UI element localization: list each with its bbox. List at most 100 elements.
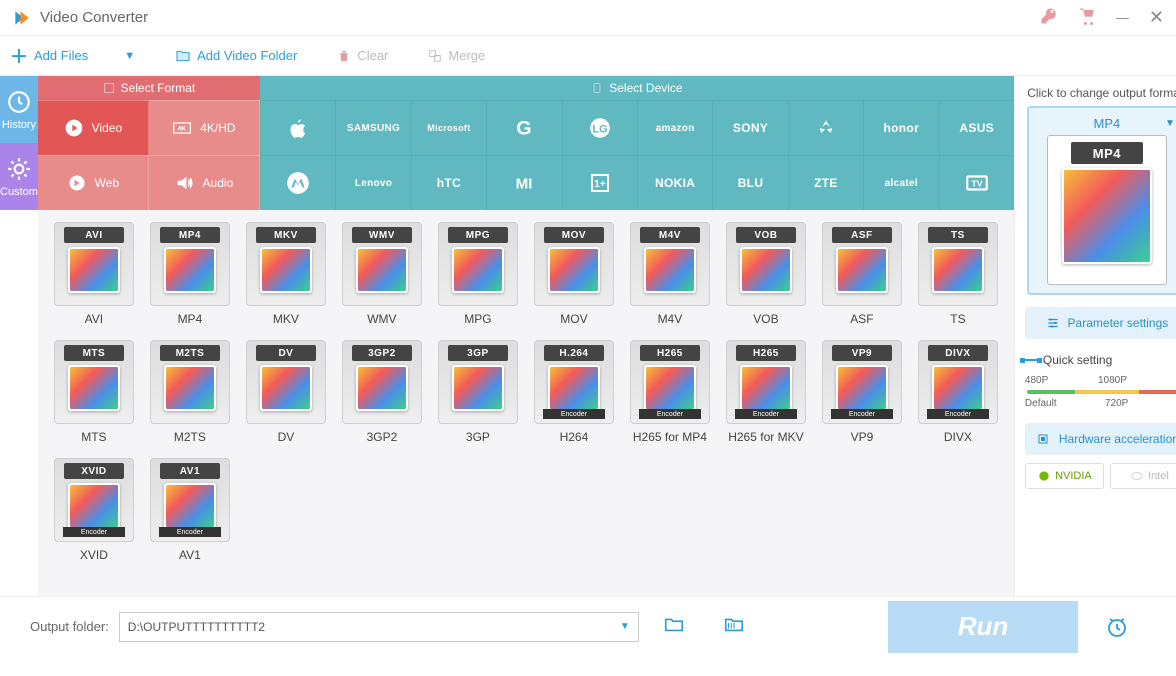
format-asf[interactable]: ASFASF [818,222,906,326]
format-badge: MOV [544,227,604,243]
device-blu[interactable]: BLU [712,155,787,210]
device-huawei[interactable] [788,100,863,155]
add-video-folder-button[interactable]: Add Video Folder [175,48,297,64]
format-h264[interactable]: H.264EncoderH264 [530,340,618,444]
format-mts[interactable]: MTSMTS [50,340,138,444]
device-oneplus[interactable]: 1+ [562,155,637,210]
device-honor[interactable]: honor [863,100,938,155]
quality-slider[interactable]: 480P 1080P 4K Default 720P 2K [1025,375,1176,409]
format-3gp[interactable]: 3GP3GP [434,340,522,444]
format-3gp2[interactable]: 3GP2 3GP2 [338,340,426,444]
format-tile: XVIDEncoder [54,458,134,542]
encoder-strip: Encoder [831,409,893,419]
hardware-acceleration-button[interactable]: Hardware acceleration [1025,423,1176,455]
device-htc[interactable]: hTC [411,155,486,210]
open-folder-button[interactable] [649,613,699,641]
device-nokia[interactable]: NOKIA [637,155,712,210]
category-web[interactable]: Web [38,155,149,210]
format-art [356,247,408,293]
format-art [548,247,600,293]
history-button[interactable]: History [0,76,38,143]
device-zte[interactable]: ZTE [788,155,863,210]
format-avi[interactable]: AVIAVI [50,222,138,326]
format-art [452,365,504,411]
format-av1[interactable]: AV1EncoderAV1 [146,458,234,562]
category-4k-hd[interactable]: 4K 4K/HD [149,100,260,155]
format-art [68,365,120,411]
format-label: 3GP2 [367,430,398,444]
format-tile: VP9 Encoder [822,340,902,424]
format-tile: 3GP [438,340,518,424]
format-xvid[interactable]: XVIDEncoderXVID [50,458,138,562]
format-mkv[interactable]: MKV MKV [242,222,330,326]
output-folder-input[interactable]: D:\OUTPUTTTTTTTTTT2 ▼ [119,612,639,642]
key-icon[interactable] [1040,7,1058,28]
format-tile: MP4 [150,222,230,306]
nvidia-chip[interactable]: NVIDIA [1025,463,1104,489]
audio-icon [175,173,195,193]
format-tile: 3GP2 [342,340,422,424]
add-files-button[interactable]: ＋ Add Files ▼ [10,43,135,69]
add-files-label: Add Files [34,48,88,63]
format-label: MKV [273,312,299,326]
format-vob[interactable]: VOBVOB [722,222,810,326]
alarm-button[interactable] [1088,601,1146,653]
svg-text:LG: LG [592,123,607,135]
category-video[interactable]: Video [38,100,149,155]
format-art [260,365,312,411]
output-format-card[interactable]: ▼ MP4 MP4 [1027,106,1176,295]
format-label: 3GP [466,430,490,444]
format-mp4[interactable]: MP4MP4 [146,222,234,326]
intel-chip[interactable]: Intel [1110,463,1176,489]
device-lg[interactable]: LG [562,100,637,155]
custom-button[interactable]: Custom [0,143,38,210]
minimize-button[interactable]: — [1116,10,1129,25]
format-mov[interactable]: MOVMOV [530,222,618,326]
clear-button: Clear [337,48,388,63]
chevron-down-icon[interactable]: ▼ [124,50,135,62]
format-vp9[interactable]: VP9 EncoderVP9 [818,340,906,444]
quick-setting-label: Quick setting [1025,353,1112,367]
parameter-settings-button[interactable]: Parameter settings [1025,307,1176,339]
device-tv[interactable]: TV [939,155,1014,210]
format-badge: AV1 [160,463,220,479]
device-asus[interactable]: ASUS [939,100,1014,155]
format-divx[interactable]: DIVXEncoderDIVX [914,340,1002,444]
device-alcatel[interactable]: alcatel [863,155,938,210]
format-mpg[interactable]: MPGMPG [434,222,522,326]
format-label: H265 for MP4 [633,430,707,444]
format-art [356,365,408,411]
run-button[interactable]: Run [888,601,1078,653]
device-amazon[interactable]: amazon [637,100,712,155]
device-g[interactable]: G [486,100,561,155]
format-tile: AV1Encoder [150,458,230,542]
device-mi[interactable]: MI [486,155,561,210]
output-badge: MP4 [1071,142,1143,164]
cart-icon[interactable] [1078,7,1096,28]
chevron-down-icon[interactable]: ▼ [620,621,630,632]
device-microsoft[interactable]: Microsoft [411,100,486,155]
format-badge: TS [928,227,988,243]
device-motorola[interactable] [260,155,335,210]
format-art [164,365,216,411]
format-m4v[interactable]: M4VM4V [626,222,714,326]
category-audio[interactable]: Audio [149,155,260,210]
format-m2ts[interactable]: M2TSM2TS [146,340,234,444]
format-wmv[interactable]: WMVWMV [338,222,426,326]
format-badge: VP9 [832,345,892,361]
format-h265-for-mp4[interactable]: H265EncoderH265 for MP4 [626,340,714,444]
format-badge: MPG [448,227,508,243]
device-sony[interactable]: SONY [712,100,787,155]
format-h265-for-mkv[interactable]: H265EncoderH265 for MKV [722,340,810,444]
footer: Output folder: D:\OUTPUTTTTTTTTTT2 ▼ Run [0,596,1176,656]
device-lenovo[interactable]: Lenovo [335,155,410,210]
format-tile: MKV [246,222,326,306]
device-samsung[interactable]: SAMSUNG [335,100,410,155]
format-dv[interactable]: DVDV [242,340,330,444]
format-tile: MOV [534,222,614,306]
close-button[interactable]: ✕ [1149,7,1164,28]
format-ts[interactable]: TSTS [914,222,1002,326]
device-apple[interactable] [260,100,335,155]
4k-icon: 4K [172,118,192,138]
batch-folder-button[interactable] [709,613,759,641]
